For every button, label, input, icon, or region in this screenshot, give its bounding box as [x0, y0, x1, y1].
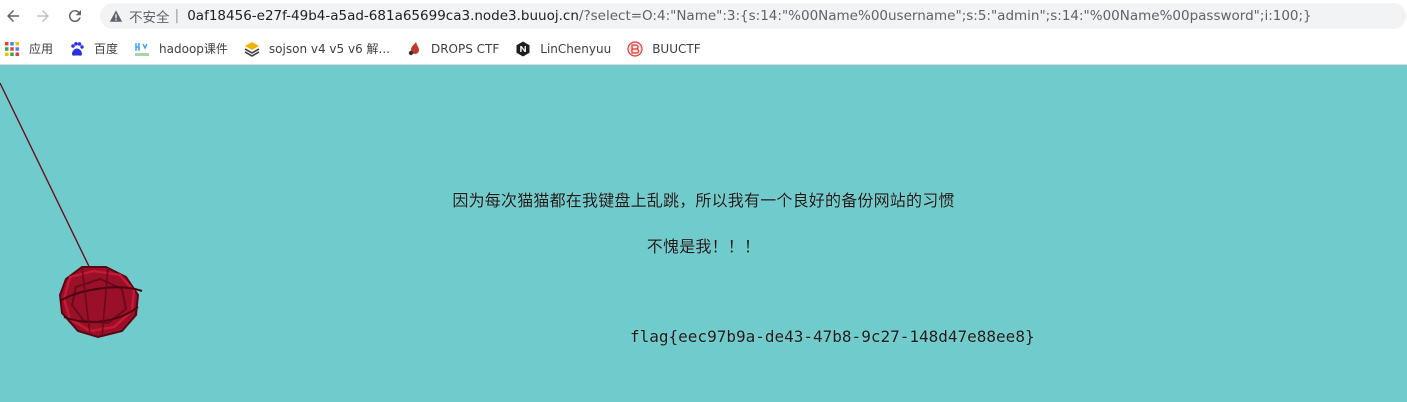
address-separator: | [174, 8, 180, 24]
url-host: 0af18456-e27f-49b4-a5ad-681a65699ca3.nod… [187, 8, 579, 24]
arrow-right-icon [37, 10, 49, 22]
url-query: /?select=O:4:"Name":3:{s:14:"%00Name%00u… [578, 8, 1312, 24]
message-line-2: 不愧是我！！！ [646, 237, 761, 256]
flag-text: flag{eec97b9a-de43-47b8-9c27-148d47e88ee… [630, 327, 1035, 346]
bookmark-hadoop[interactable]: hadoop课件 [134, 33, 228, 64]
bookmark-drops-ctf[interactable]: DROPS CTF [406, 33, 499, 64]
security-status[interactable]: 不安全 [129, 6, 170, 26]
browser-toolbar: 不安全 | 0af18456-e27f-49b4-a5ad-681a65699c… [0, 0, 1407, 32]
warning-icon [109, 10, 123, 22]
bookmark-linchenyuu[interactable]: LinChenyuu [515, 33, 611, 64]
bookmark-label: sojson v4 v5 v6 解... [268, 42, 390, 56]
bookmark-label: LinChenyuu [540, 41, 612, 56]
page-content: 因为每次猫猫都在我键盘上乱跳，所以我有一个良好的备份网站的习惯 不愧是我！！！ … [0, 65, 1407, 402]
address-bar[interactable]: 不安全 | 0af18456-e27f-49b4-a5ad-681a65699c… [100, 3, 1406, 29]
hanging-ornament-icon [0, 82, 143, 339]
forward-button[interactable] [31, 4, 55, 28]
bookmarks-bar: 应用 百度 hadoop课件 sojson v4 v5 v6 解... DROP… [0, 33, 1407, 65]
apps-grid-icon [5, 41, 19, 56]
hadoop-icon [135, 42, 150, 56]
buuctf-icon [627, 40, 643, 57]
bookmark-label: hadoop课件 [159, 42, 228, 56]
message-line-1: 因为每次猫猫都在我键盘上乱跳，所以我有一个良好的备份网站的习惯 [452, 191, 955, 210]
reload-icon [68, 10, 81, 23]
bookmark-baidu[interactable]: 百度 [69, 33, 118, 64]
bookmark-label: DROPS CTF [430, 41, 500, 56]
bookmark-label: 应用 [29, 42, 54, 56]
drops-icon [408, 41, 419, 55]
back-button[interactable] [1, 4, 25, 28]
layers-icon [244, 41, 260, 57]
reload-button[interactable] [63, 4, 87, 28]
bookmark-label: 百度 [94, 42, 119, 56]
baidu-paw-icon [71, 41, 84, 56]
bookmark-buuctf[interactable]: BUUCTF [627, 33, 701, 64]
arrow-left-icon [7, 10, 19, 22]
bookmark-apps[interactable]: 应用 [4, 33, 53, 64]
bookmark-sojson[interactable]: sojson v4 v5 v6 解... [244, 33, 390, 64]
n-logo-icon [516, 41, 530, 56]
bookmark-label: BUUCTF [652, 41, 701, 56]
